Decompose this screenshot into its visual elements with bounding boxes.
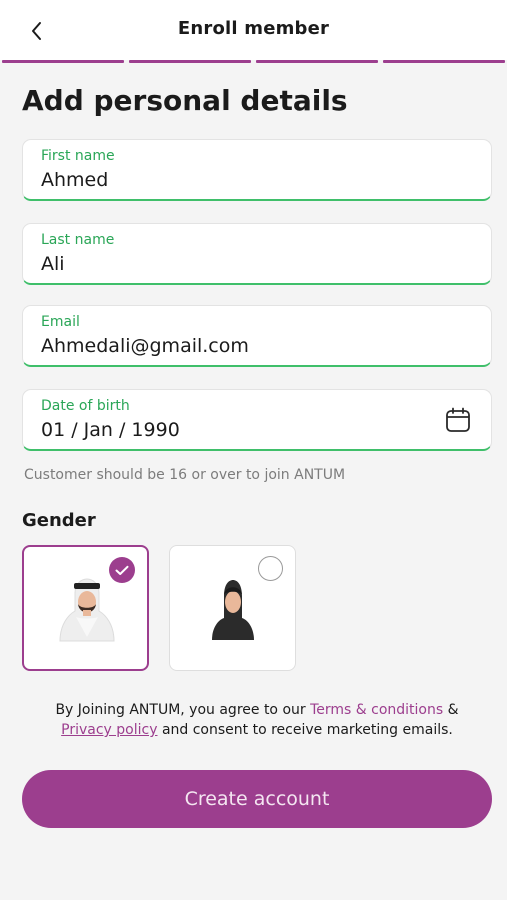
terms-text: By Joining ANTUM, you agree to our Terms… xyxy=(22,700,492,740)
first-name-field[interactable]: First name Ahmed xyxy=(22,139,492,201)
date-of-birth-field[interactable]: Date of birth 01 / Jan / 1990 xyxy=(22,389,492,451)
female-avatar-icon xyxy=(212,580,254,640)
progress-step xyxy=(256,60,378,63)
age-hint: Customer should be 16 or over to join AN… xyxy=(24,467,346,483)
privacy-policy-link[interactable]: Privacy policy xyxy=(61,722,157,738)
gender-option-male[interactable] xyxy=(22,545,149,671)
email-value: Ahmedali@gmail.com xyxy=(41,335,249,357)
progress-step xyxy=(383,60,505,63)
first-name-label: First name xyxy=(41,148,115,164)
first-name-value: Ahmed xyxy=(41,169,109,191)
app-header: Enroll member xyxy=(0,0,507,60)
calendar-icon[interactable] xyxy=(445,407,471,433)
terms-suffix: and consent to receive marketing emails. xyxy=(157,722,453,738)
header-title: Enroll member xyxy=(177,18,330,39)
terms-conditions-link[interactable]: Terms & conditions xyxy=(310,702,443,718)
last-name-label: Last name xyxy=(41,232,115,248)
date-of-birth-value: 01 / Jan / 1990 xyxy=(41,419,180,441)
terms-prefix: By Joining ANTUM, you agree to our xyxy=(55,702,311,718)
last-name-field[interactable]: Last name Ali xyxy=(22,223,492,285)
step-progress xyxy=(2,60,505,64)
progress-step xyxy=(129,60,251,63)
email-label: Email xyxy=(41,314,80,330)
terms-and: & xyxy=(443,702,459,718)
progress-step xyxy=(2,60,124,63)
gender-heading: Gender xyxy=(22,510,96,531)
email-field[interactable]: Email Ahmedali@gmail.com xyxy=(22,305,492,367)
date-of-birth-label: Date of birth xyxy=(41,398,130,414)
gender-option-female[interactable] xyxy=(169,545,296,671)
page-title: Add personal details xyxy=(22,84,348,117)
last-name-value: Ali xyxy=(41,253,65,275)
male-avatar-icon xyxy=(59,578,115,642)
create-account-button[interactable]: Create account xyxy=(22,770,492,828)
